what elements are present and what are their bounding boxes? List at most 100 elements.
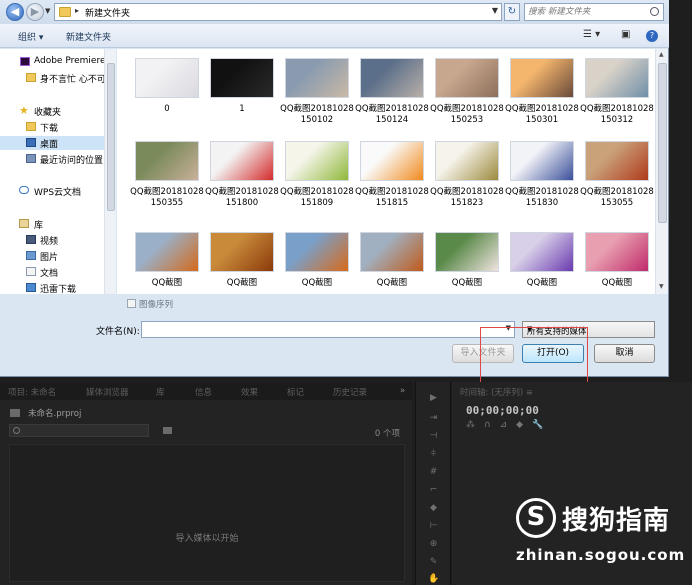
nav-item-recent-places[interactable]: 最近访问的位置 (0, 152, 115, 166)
recent-pages-dropdown-icon[interactable]: ▼ (45, 7, 53, 15)
file-list-scrollbar[interactable]: ▲ ▼ (655, 49, 668, 294)
search-input[interactable] (528, 5, 646, 19)
rate-stretch-tool-icon[interactable]: # (428, 468, 439, 477)
file-item[interactable]: 1 (205, 58, 277, 140)
file-name: QQ截图20181028153055 (580, 187, 654, 208)
refresh-button[interactable]: ↻ (504, 3, 520, 21)
file-name: QQ截图20181028151823 (430, 187, 504, 208)
document-library-icon (26, 267, 36, 276)
help-icon[interactable]: ? (646, 30, 658, 42)
razor-tool-icon[interactable]: ⌐ (428, 486, 439, 495)
file-item[interactable]: QQ截图20181028150124 (355, 58, 429, 140)
file-item[interactable]: QQ截图20181028150102 (280, 58, 354, 140)
file-item[interactable]: QQ截图20181028151815 (355, 141, 429, 223)
file-item[interactable]: QQ截图20181028151830 (505, 141, 579, 223)
hand-tool-icon[interactable]: ✎ (428, 558, 439, 567)
nav-item-label: 文档 (40, 269, 59, 279)
media-drop-area[interactable]: 导入媒体以开始 (9, 444, 405, 582)
file-name: QQ截图20181028151800 (205, 187, 279, 208)
timeline-tool-icons[interactable]: ⁂∩⊿◆🔧 (466, 420, 552, 430)
scroll-up-icon[interactable]: ▲ (659, 51, 664, 58)
file-item[interactable]: QQ截图 (130, 232, 202, 294)
track-select-tool-icon[interactable]: ⇥ (428, 414, 439, 423)
nav-item-label: 桌面 (40, 140, 59, 150)
tab-markers[interactable]: 标记 (287, 386, 304, 398)
tab-media-browser[interactable]: 媒体浏览器 (86, 386, 129, 398)
ripple-edit-tool-icon[interactable]: ⊣ (428, 432, 439, 441)
file-item[interactable]: QQ截图 (205, 232, 277, 294)
file-name: QQ截图20181028150253 (430, 104, 504, 125)
scrollbar-thumb[interactable] (658, 63, 667, 223)
organize-menu[interactable]: 组织 ▾ (18, 30, 43, 43)
file-item[interactable]: QQ截图 (280, 232, 352, 294)
scrollbar-thumb[interactable] (107, 63, 115, 211)
breadcrumb-current-folder[interactable]: 新建文件夹 (85, 6, 130, 19)
nav-item-videos[interactable]: 视频 (0, 233, 115, 247)
zoom-tool-icon[interactable]: ✋ (428, 575, 439, 584)
tab-history[interactable]: 历史记录 (333, 386, 367, 398)
file-item[interactable]: 0 (130, 58, 202, 140)
nav-item-desktop[interactable]: 桌面 (0, 136, 115, 150)
file-item[interactable]: QQ截图20181028153055 (580, 141, 654, 223)
file-name: QQ截图20181028151815 (355, 187, 429, 208)
nav-item-favorites[interactable]: ★ 收藏夹 (0, 104, 115, 118)
file-item[interactable]: QQ截图 (580, 232, 652, 294)
timecode-display[interactable]: 00;00;00;00 (466, 404, 539, 417)
file-item[interactable]: QQ截图 (430, 232, 502, 294)
preview-pane-icon[interactable]: ▣ (621, 29, 630, 40)
navigation-pane: Adobe Premiere 身不言忙 心不可 ★ 收藏夹 下载 桌面 最近访问… (0, 49, 116, 294)
tab-project[interactable]: 项目: 未命名 (8, 386, 56, 398)
file-name: 0 (164, 104, 170, 114)
pen-tool-icon[interactable]: ⊕ (428, 540, 439, 549)
nav-item-documents[interactable]: 文档 (0, 265, 115, 279)
file-thumbnail (360, 141, 424, 181)
nav-item-adobe-premiere[interactable]: Adobe Premiere (0, 55, 115, 69)
file-item[interactable]: QQ截图20181028151800 (205, 141, 279, 223)
file-item[interactable]: QQ截图 (355, 232, 427, 294)
rolling-edit-tool-icon[interactable]: ⫩ (428, 450, 439, 459)
image-sequence-checkbox[interactable]: 图像序列 (127, 298, 173, 310)
file-item[interactable]: QQ截图20181028150312 (580, 58, 654, 140)
image-sequence-label: 图像序列 (139, 300, 174, 310)
filename-field[interactable]: ▼ (141, 321, 515, 338)
scroll-down-icon[interactable]: ▼ (659, 283, 664, 290)
address-history-dropdown-icon[interactable]: ▼ (492, 6, 498, 15)
back-button[interactable]: ◀ (6, 3, 24, 21)
address-bar[interactable]: ▸ 新建文件夹 ▼ (54, 3, 502, 21)
view-options-icon[interactable]: ☰ ▾ (583, 29, 600, 40)
slip-tool-icon[interactable]: ◆ (428, 504, 439, 513)
nav-item-xunlei[interactable]: 迅雷下载 (0, 281, 115, 294)
tab-info[interactable]: 信息 (195, 386, 212, 398)
nav-item-folder[interactable]: 身不言忙 心不可 (0, 71, 115, 85)
bin-icon[interactable] (163, 427, 172, 434)
selection-tool-icon[interactable]: ▶ (428, 394, 439, 403)
slide-tool-icon[interactable]: ⊢ (428, 522, 439, 531)
project-search-input[interactable] (9, 424, 149, 437)
file-thumbnail (210, 232, 274, 272)
tab-timeline[interactable]: 时间轴: (无序列) ≡ (460, 386, 533, 398)
cancel-button[interactable]: 取消 (594, 344, 655, 363)
file-item[interactable]: QQ截图20181028150355 (130, 141, 204, 223)
nav-item-pictures[interactable]: 图片 (0, 249, 115, 263)
file-item[interactable]: QQ截图20181028151809 (280, 141, 354, 223)
search-box[interactable] (524, 3, 664, 21)
file-open-dialog: ◀ ▶ ▼ ▸ 新建文件夹 ▼ ↻ 组织 ▾ 新建文件夹 ☰ ▾ ▣ ? Ado… (0, 0, 669, 377)
nav-item-libraries[interactable]: 库 (0, 217, 115, 231)
new-folder-button[interactable]: 新建文件夹 (66, 30, 111, 43)
picture-library-icon (26, 251, 36, 260)
checkbox-box[interactable] (127, 299, 136, 308)
file-item[interactable]: QQ截图20181028151823 (430, 141, 504, 223)
file-thumbnail (510, 58, 574, 98)
file-thumbnail (585, 58, 649, 98)
nav-item-wps-cloud[interactable]: WPS云文档 (0, 184, 115, 198)
nav-item-downloads[interactable]: 下载 (0, 120, 115, 134)
file-item[interactable]: QQ截图20181028150253 (430, 58, 504, 140)
file-item[interactable]: QQ截图 (505, 232, 577, 294)
file-item[interactable]: QQ截图20181028150301 (505, 58, 579, 140)
navigation-scrollbar[interactable] (104, 49, 116, 294)
tab-effects[interactable]: 效果 (241, 386, 258, 398)
panel-overflow-icon[interactable]: » (400, 386, 405, 396)
tab-libraries[interactable]: 库 (156, 386, 165, 398)
breadcrumb-separator[interactable]: ▸ (75, 6, 79, 15)
forward-button[interactable]: ▶ (26, 3, 44, 21)
